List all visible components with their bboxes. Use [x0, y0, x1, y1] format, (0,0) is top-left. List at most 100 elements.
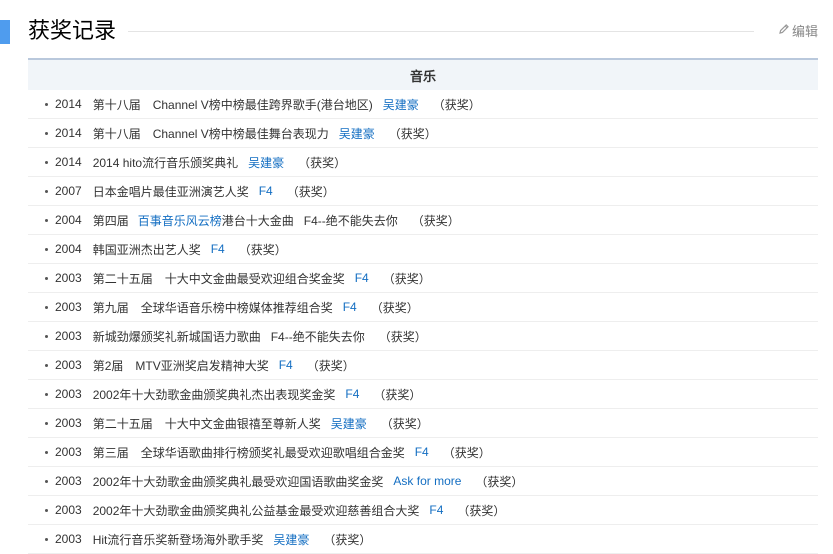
winner-link[interactable]: Ask for more [393, 474, 461, 488]
award-row: 2003 2002年十大劲歌金曲颁奖典礼公益基金最受欢迎慈善组合大奖 F4 （获奖） [28, 496, 818, 525]
award-row: 2003 第二十五届 十大中文金曲最受欢迎组合奖金奖 F4 （获奖） [28, 264, 818, 293]
award-name: 第十八届 Channel V榜中榜最佳舞台表现力 [92, 126, 329, 141]
bullet-icon [44, 247, 49, 252]
award-row: 2014 2014 hito流行音乐颁奖典礼 吴建豪 （获奖） [28, 148, 818, 177]
award-name: 港台十大金曲 [221, 213, 294, 228]
award-name: 日本金唱片最佳亚洲演艺人奖 [92, 184, 249, 199]
award-year: 2014 [55, 155, 82, 169]
award-name: 新城劲爆颁奖礼新城国语力歌曲 [92, 329, 261, 344]
award-result: （获奖） [298, 155, 347, 170]
award-year: 2004 [55, 213, 82, 227]
award-result: （获奖） [323, 532, 372, 547]
award-ceremony-link[interactable]: 百事音乐风云榜 [138, 212, 222, 229]
edit-label: 编辑 [792, 23, 819, 39]
winner-link[interactable]: F4 [259, 184, 273, 198]
edit-button[interactable]: 编辑 [778, 20, 818, 40]
awards-table: 音乐 2014 第十八届 Channel V榜中榜最佳跨界歌手(港台地区) 吴建豪（… [28, 58, 818, 554]
award-year: 2003 [55, 445, 82, 459]
award-result: （获奖） [373, 387, 422, 402]
award-row: 2003 Hit流行音乐奖新登场海外歌手奖 吴建豪 （获奖） [28, 525, 818, 554]
award-row: 2007 日本金唱片最佳亚洲演艺人奖 F4 （获奖） [28, 177, 818, 206]
award-row: 2004 韩国亚洲杰出艺人奖 F4 （获奖） [28, 235, 818, 264]
award-name: 2002年十大劲歌金曲颁奖典礼杰出表现奖金奖 [92, 387, 336, 402]
bullet-icon [44, 305, 49, 310]
winner-link[interactable]: F4 [279, 358, 293, 372]
winner-link[interactable]: F4 [211, 242, 225, 256]
award-result: （获奖） [238, 242, 287, 257]
bullet-icon [44, 363, 49, 368]
bullet-icon [44, 334, 49, 339]
award-name: 第十八届 Channel V榜中榜最佳跨界歌手(港台地区) [92, 97, 373, 112]
bullet-icon [44, 189, 49, 194]
winner-link[interactable]: 吴建豪 [339, 125, 375, 142]
award-row: 2003 2002年十大劲歌金曲颁奖典礼最受欢迎国语歌曲奖金奖 Ask for mo… [28, 467, 818, 496]
award-name: 2014 hito流行音乐颁奖典礼 [92, 155, 239, 170]
award-result: （获奖） [457, 503, 506, 518]
bullet-icon [44, 131, 49, 136]
award-year: 2014 [55, 126, 82, 140]
award-year: 2003 [55, 416, 82, 430]
award-year: 2004 [55, 242, 82, 256]
award-name: 第2届 MTV亚洲奖启发精神大奖 [92, 358, 269, 373]
award-name: 第三届 全球华语歌曲排行榜颁奖礼最受欢迎歌唱组合金奖 [92, 445, 405, 460]
bullet-icon [44, 102, 49, 107]
award-year: 2007 [55, 184, 82, 198]
bullet-icon [44, 218, 49, 223]
winner-link[interactable]: 吴建豪 [331, 415, 367, 432]
winning-work: F4--绝不能失去你 [270, 329, 365, 344]
bullet-icon [44, 160, 49, 165]
award-year: 2003 [55, 300, 82, 314]
winning-work: F4--绝不能失去你 [303, 213, 398, 228]
winner-link[interactable]: 吴建豪 [383, 96, 419, 113]
winner-link[interactable]: F4 [345, 387, 359, 401]
award-row: 2003 第2届 MTV亚洲奖启发精神大奖 F4 （获奖） [28, 351, 818, 380]
award-result: （获奖） [380, 416, 429, 431]
section-header: 获奖记录 编辑 [0, 0, 833, 60]
award-name: Hit流行音乐奖新登场海外歌手奖 [92, 532, 264, 547]
award-year: 2014 [55, 97, 82, 111]
awards-list: 2014 第十八届 Channel V榜中榜最佳跨界歌手(港台地区) 吴建豪 （获奖）… [28, 90, 818, 554]
table-header: 音乐 [28, 58, 818, 90]
winner-link[interactable]: 吴建豪 [248, 154, 284, 171]
award-result: （获奖） [382, 271, 431, 286]
section-title: 获奖记录 [28, 18, 117, 43]
winner-link[interactable]: F4 [355, 271, 369, 285]
award-year: 2003 [55, 474, 82, 488]
award-name: 2002年十大劲歌金曲颁奖典礼公益基金最受欢迎慈善组合大奖 [92, 503, 420, 518]
bullet-icon [44, 276, 49, 281]
award-year: 2003 [55, 271, 82, 285]
award-result: （获奖） [286, 184, 335, 199]
award-row: 2003 第二十五届 十大中文金曲银禧至尊新人奖 吴建豪 （获奖） [28, 409, 818, 438]
winner-link[interactable]: 吴建豪 [273, 531, 309, 548]
bullet-icon [44, 479, 49, 484]
award-result: （获奖） [432, 97, 481, 112]
award-row: 2003 第三届 全球华语歌曲排行榜颁奖礼最受欢迎歌唱组合金奖 F4 （获奖） [28, 438, 818, 467]
award-name: 韩国亚洲杰出艺人奖 [92, 242, 201, 257]
award-edition: 第四届 [92, 213, 129, 228]
bullet-icon [44, 537, 49, 542]
bullet-icon [44, 392, 49, 397]
winner-link[interactable]: F4 [415, 445, 429, 459]
award-row: 2014 第十八届 Channel V榜中榜最佳跨界歌手(港台地区) 吴建豪 （获奖） [28, 90, 818, 119]
award-result: （获奖） [306, 358, 355, 373]
award-year: 2003 [55, 329, 82, 343]
award-name: 第九届 全球华语音乐榜中榜媒体推荐组合奖 [92, 300, 333, 315]
award-result: （获奖） [475, 474, 524, 489]
award-row: 2004 第四届 百事音乐风云榜 港台十大金曲 F4--绝不能失去你 （获奖） [28, 206, 818, 235]
award-year: 2003 [55, 358, 82, 372]
award-year: 2003 [55, 503, 82, 517]
award-name: 第二十五届 十大中文金曲最受欢迎组合奖金奖 [92, 271, 345, 286]
award-result: （获奖） [388, 126, 437, 141]
title-divider [128, 31, 754, 32]
winner-link[interactable]: F4 [343, 300, 357, 314]
award-row: 2003 新城劲爆颁奖礼新城国语力歌曲 F4--绝不能失去你 （获奖） [28, 322, 818, 351]
winner-link[interactable]: F4 [429, 503, 443, 517]
award-result: （获奖） [370, 300, 419, 315]
bullet-icon [44, 421, 49, 426]
award-year: 2003 [55, 532, 82, 546]
award-row: 2014 第十八届 Channel V榜中榜最佳舞台表现力 吴建豪 （获奖） [28, 119, 818, 148]
pencil-icon [778, 23, 792, 38]
award-result: （获奖） [411, 213, 460, 228]
award-name: 第二十五届 十大中文金曲银禧至尊新人奖 [92, 416, 321, 431]
award-result: （获奖） [378, 329, 427, 344]
